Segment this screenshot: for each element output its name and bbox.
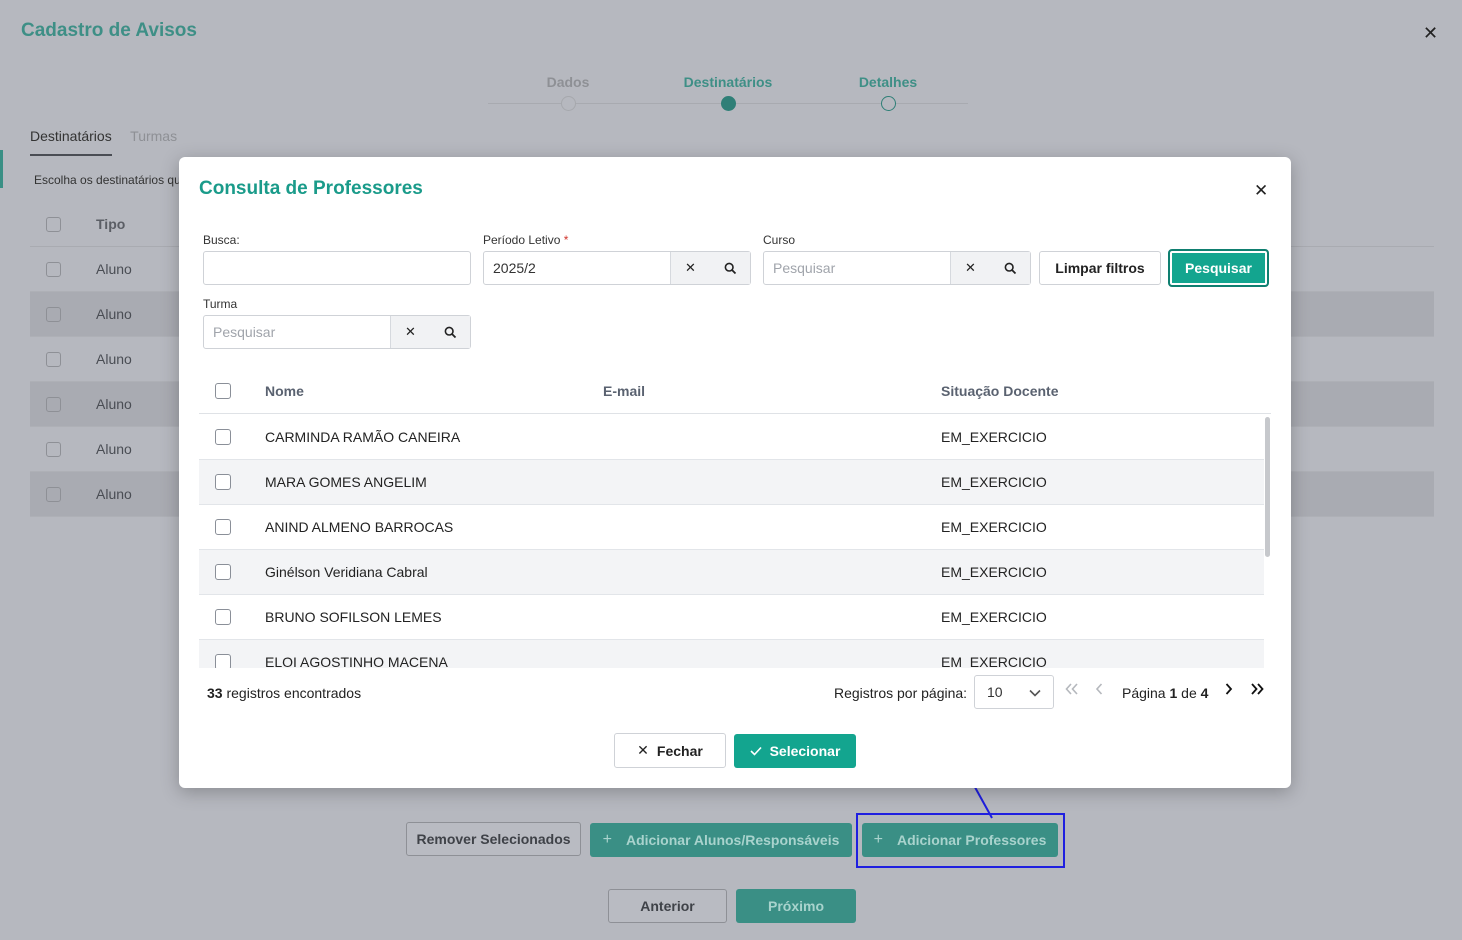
clear-filters-button[interactable]: Limpar filtros bbox=[1039, 251, 1161, 285]
record-count-number: 33 bbox=[207, 685, 223, 701]
column-header-email[interactable]: E-mail bbox=[603, 383, 941, 399]
turma-field[interactable]: Pesquisar ✕ bbox=[203, 315, 471, 349]
column-header-situacao[interactable]: Situação Docente bbox=[941, 383, 1271, 399]
table-row[interactable]: ANIND ALMENO BARROCAS EM_EXERCICIO bbox=[199, 505, 1264, 550]
cell-nome: BRUNO SOFILSON LEMES bbox=[265, 609, 442, 625]
search-button[interactable]: Pesquisar bbox=[1168, 249, 1269, 287]
close-icon[interactable]: ✕ bbox=[1254, 181, 1268, 201]
select-button[interactable]: Selecionar bbox=[734, 734, 856, 768]
required-marker: * bbox=[563, 233, 569, 247]
table-body: CARMINDA RAMÃO CANEIRA EM_EXERCICIO MARA… bbox=[199, 415, 1271, 668]
row-checkbox[interactable] bbox=[215, 609, 231, 625]
cell-nome: MARA GOMES ANGELIM bbox=[265, 474, 427, 490]
table-row[interactable]: ELOI AGOSTINHO MACENA EM_EXERCICIO bbox=[199, 640, 1264, 668]
cell-situacao: EM_EXERCICIO bbox=[941, 474, 1047, 490]
page-current: 1 bbox=[1169, 685, 1178, 701]
table-row[interactable]: MARA GOMES ANGELIM EM_EXERCICIO bbox=[199, 460, 1264, 505]
table-row[interactable]: CARMINDA RAMÃO CANEIRA EM_EXERCICIO bbox=[199, 415, 1264, 460]
periodo-label-text: Período Letivo bbox=[483, 233, 561, 247]
busca-label: Busca: bbox=[203, 233, 240, 247]
table-row[interactable]: BRUNO SOFILSON LEMES EM_EXERCICIO bbox=[199, 595, 1264, 640]
cell-situacao: EM_EXERCICIO bbox=[941, 429, 1047, 445]
periodo-field[interactable]: 2025/2 ✕ bbox=[483, 251, 751, 285]
table-row[interactable]: Ginélson Veridiana Cabral EM_EXERCICIO bbox=[199, 550, 1264, 595]
row-checkbox[interactable] bbox=[215, 519, 231, 535]
column-header-nome[interactable]: Nome bbox=[265, 383, 603, 399]
page-label: Página bbox=[1122, 685, 1166, 701]
page-of: de bbox=[1181, 685, 1197, 701]
next-page-icon[interactable] bbox=[1225, 682, 1233, 700]
row-checkbox[interactable] bbox=[215, 654, 231, 668]
row-checkbox[interactable] bbox=[215, 564, 231, 580]
row-checkbox[interactable] bbox=[215, 474, 231, 490]
cell-situacao: EM_EXERCICIO bbox=[941, 609, 1047, 625]
rows-per-page-value: 10 bbox=[987, 684, 1003, 700]
cell-nome: Ginélson Veridiana Cabral bbox=[265, 564, 428, 580]
page-total: 4 bbox=[1200, 685, 1209, 701]
chevron-down-icon bbox=[1029, 684, 1041, 700]
last-page-icon[interactable] bbox=[1250, 682, 1264, 700]
clear-icon[interactable]: ✕ bbox=[950, 252, 990, 284]
search-icon[interactable] bbox=[990, 252, 1030, 284]
record-count-text: registros encontrados bbox=[226, 685, 362, 701]
scrollbar-thumb[interactable] bbox=[1265, 417, 1270, 557]
periodo-label: Período Letivo * bbox=[483, 233, 568, 247]
curso-field[interactable]: Pesquisar ✕ bbox=[763, 251, 1031, 285]
periodo-value[interactable]: 2025/2 bbox=[484, 252, 670, 284]
search-icon[interactable] bbox=[710, 252, 750, 284]
turma-input[interactable]: Pesquisar bbox=[204, 316, 390, 348]
row-checkbox[interactable] bbox=[215, 429, 231, 445]
modal-title: Consulta de Professores bbox=[199, 178, 423, 199]
rows-per-page-select[interactable]: 10 bbox=[974, 675, 1054, 709]
check-icon bbox=[750, 743, 762, 759]
cell-nome: ELOI AGOSTINHO MACENA bbox=[265, 654, 448, 668]
page-indicator: Página 1 de 4 bbox=[1122, 685, 1208, 701]
previous-page-icon[interactable] bbox=[1095, 682, 1103, 700]
close-icon: ✕ bbox=[637, 742, 649, 758]
record-count: 33 registros encontrados bbox=[207, 685, 361, 701]
table-header: Nome E-mail Situação Docente bbox=[199, 368, 1271, 414]
cell-situacao: EM_EXERCICIO bbox=[941, 564, 1047, 580]
rows-per-page-label: Registros por página: bbox=[834, 685, 968, 701]
select-all-checkbox[interactable] bbox=[215, 382, 231, 399]
busca-input[interactable] bbox=[203, 251, 471, 285]
close-button-label: Fechar bbox=[656, 742, 703, 759]
curso-label: Curso bbox=[763, 233, 796, 247]
first-page-icon[interactable] bbox=[1065, 682, 1079, 700]
select-button-label: Selecionar bbox=[769, 743, 841, 759]
curso-input[interactable]: Pesquisar bbox=[764, 252, 950, 284]
cell-situacao: EM_EXERCICIO bbox=[941, 654, 1047, 668]
teacher-search-modal: Consulta de Professores ✕ Busca: Período… bbox=[179, 157, 1291, 788]
turma-label: Turma bbox=[203, 297, 238, 311]
clear-icon[interactable]: ✕ bbox=[670, 252, 710, 284]
search-icon[interactable] bbox=[430, 316, 470, 348]
clear-icon[interactable]: ✕ bbox=[390, 316, 430, 348]
cell-nome: ANIND ALMENO BARROCAS bbox=[265, 519, 454, 535]
close-button[interactable]: ✕ Fechar bbox=[614, 733, 726, 768]
cell-situacao: EM_EXERCICIO bbox=[941, 519, 1047, 535]
cell-nome: CARMINDA RAMÃO CANEIRA bbox=[265, 429, 461, 445]
